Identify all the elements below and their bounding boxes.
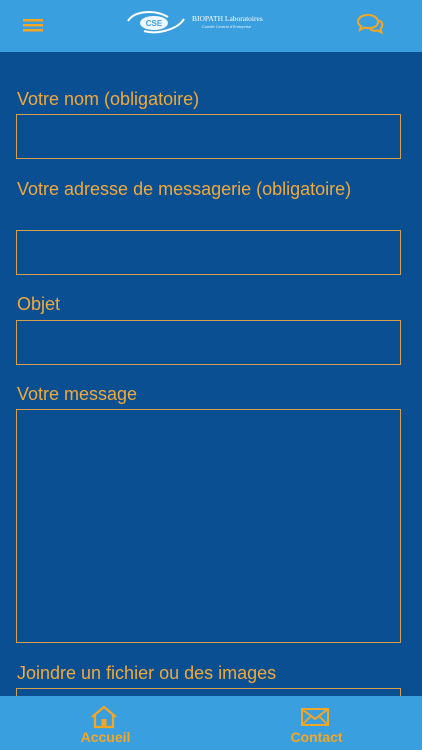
subject-input[interactable] <box>16 320 401 365</box>
email-input[interactable] <box>16 230 401 275</box>
envelope-icon <box>301 708 329 726</box>
chat-bubbles-icon[interactable] <box>355 12 385 36</box>
attachment-label: Joindre un fichier ou des images <box>17 663 277 683</box>
nav-contact[interactable]: Contact <box>211 696 422 750</box>
logo-emblem-icon: CSE <box>127 11 185 34</box>
message-label: Votre message <box>17 384 138 404</box>
app-logo: CSE BIOPATH Laboratoires Comité Central … <box>124 7 304 37</box>
attachment-field[interactable] <box>16 688 401 696</box>
logo-subtitle: Comité Central d'Entreprise <box>202 24 252 29</box>
subject-label: Objet <box>17 294 61 314</box>
contact-form: Votre nom (obligatoire) Votre adresse de… <box>0 52 422 696</box>
nav-home-label: Accueil <box>80 729 131 745</box>
name-input[interactable] <box>16 114 401 159</box>
message-textarea[interactable] <box>16 409 401 643</box>
nav-home[interactable]: Accueil <box>0 696 211 750</box>
email-label: Votre adresse de messagerie (obligatoire… <box>17 179 352 199</box>
nav-contact-label: Contact <box>290 729 343 745</box>
bottom-navigation: Accueil Contact <box>0 696 422 750</box>
logo-mark-text: CSE <box>146 19 163 28</box>
top-app-bar: CSE BIOPATH Laboratoires Comité Central … <box>0 0 422 52</box>
hamburger-menu-icon[interactable] <box>21 15 45 35</box>
name-label: Votre nom (obligatoire) <box>17 89 200 109</box>
logo-title: BIOPATH Laboratoires <box>192 14 263 23</box>
home-icon <box>91 705 117 729</box>
